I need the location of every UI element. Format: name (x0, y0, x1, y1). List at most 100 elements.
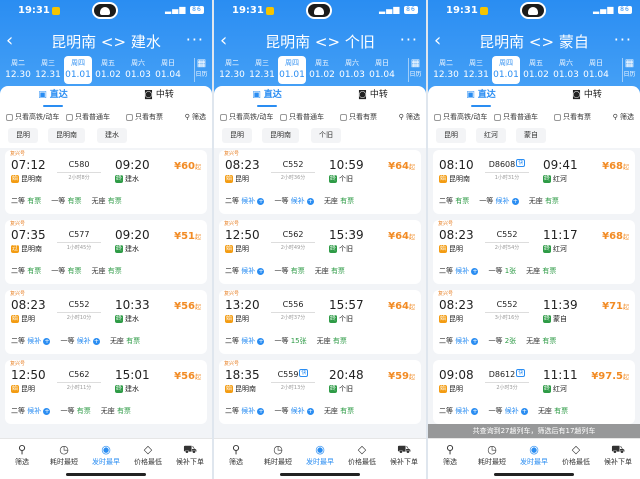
toolbar-cart-button[interactable]: ⛟ 候补下单 (383, 443, 425, 467)
toolbar-funnel-button[interactable]: ⚲ 筛选 (429, 443, 471, 467)
date-cell[interactable]: 周三 12.31 (248, 58, 276, 82)
toolbar-stopwatch-button[interactable]: ◷ 耗时最短 (257, 443, 299, 467)
seat-class[interactable]: 无座 有票 (317, 336, 347, 346)
date-cell[interactable]: 周二 12.30 (432, 58, 460, 82)
toolbar-price-tag-button[interactable]: ◇ 价格最低 (127, 443, 169, 467)
seat-class[interactable]: 无座 有票 (91, 266, 121, 276)
toolbar-funnel-button[interactable]: ⚲ 筛选 (215, 443, 257, 467)
station-chip[interactable]: 个旧 (311, 128, 341, 143)
seat-class[interactable]: 无座 有票 (526, 336, 556, 346)
toolbar-price-tag-button[interactable]: ◇ 价格最低 (555, 443, 597, 467)
seat-class[interactable]: 无座 有票 (526, 266, 556, 276)
station-chip[interactable]: 昆明 (8, 128, 38, 143)
toolbar-clock-button[interactable]: ◉ 发时最早 (513, 443, 555, 467)
tab-transfer[interactable]: ◙ 中转 (534, 86, 640, 108)
date-cell[interactable]: 周四 01.01 (64, 56, 92, 84)
seat-class[interactable]: 二等 有票 (11, 196, 41, 206)
date-cell[interactable]: 周三 12.31 (34, 58, 62, 82)
seat-class[interactable]: 一等 有票 (274, 266, 304, 276)
seat-class[interactable]: 二等 候补 + (225, 336, 265, 346)
station-chip[interactable]: 蒙自 (516, 128, 546, 143)
waitlist-plus-icon[interactable]: + (471, 407, 479, 415)
waitlist-plus-icon[interactable]: + (43, 337, 51, 345)
tab-transfer[interactable]: ◙ 中转 (106, 86, 212, 108)
waitlist-plus-icon[interactable]: + (471, 267, 479, 275)
seat-class[interactable]: 一等 候补 + (488, 406, 528, 416)
seat-class[interactable]: 无座 有票 (91, 196, 121, 206)
seat-class[interactable]: 二等 有票 (439, 196, 469, 206)
seat-class[interactable]: 二等 候补 + (225, 196, 265, 206)
calendar-button[interactable]: ▦ 日历 (194, 58, 208, 82)
waitlist-plus-icon[interactable]: + (520, 407, 528, 415)
seat-class[interactable]: 二等 候补 + (439, 266, 479, 276)
seat-class[interactable]: 一等 候补 + (479, 196, 519, 206)
seat-class[interactable]: 无座 有票 (529, 196, 559, 206)
filter-button[interactable]: ⚲ 筛选 (185, 112, 206, 122)
filter-checkbox[interactable]: 只看高铁/动车 (6, 113, 59, 121)
tab-transfer[interactable]: ◙ 中转 (320, 86, 426, 108)
date-cell[interactable]: 周二 12.30 (4, 58, 32, 82)
seat-class[interactable]: 一等 有票 (51, 196, 81, 206)
filter-button[interactable]: ⚲ 筛选 (613, 112, 634, 122)
seat-class[interactable]: 一等 候补 + (60, 336, 100, 346)
station-chip[interactable]: 建水 (97, 128, 127, 143)
date-cell[interactable]: 周三 12.31 (462, 58, 490, 82)
station-chip[interactable]: 昆明 (436, 128, 466, 143)
date-cell[interactable]: 周日 01.04 (368, 58, 396, 82)
date-cell[interactable]: 周四 01.01 (278, 56, 306, 84)
station-chip[interactable]: 昆明 (222, 128, 252, 143)
filter-checkbox[interactable]: 只看普通车 (280, 113, 324, 121)
toolbar-price-tag-button[interactable]: ◇ 价格最低 (341, 443, 383, 467)
waitlist-plus-icon[interactable]: + (257, 337, 265, 345)
seat-class[interactable]: 一等 2张 (488, 336, 516, 346)
date-cell[interactable]: 周二 12.30 (218, 58, 246, 82)
waitlist-plus-icon[interactable]: + (92, 337, 100, 345)
train-card[interactable]: 08:10 始昆明南 D8608 快 1小时31分 09:41 终红河 ¥68起 二等 有票 一等… (433, 150, 635, 214)
seat-class[interactable]: 二等 候补 + (225, 266, 265, 276)
seat-class[interactable]: 二等 候补 + (439, 336, 479, 346)
station-chip[interactable]: 昆明南 (262, 128, 299, 143)
seat-class[interactable]: 二等 候补 + (439, 406, 479, 416)
date-cell[interactable]: 周日 01.04 (582, 58, 610, 82)
date-cell[interactable]: 周四 01.01 (492, 56, 520, 84)
waitlist-plus-icon[interactable]: + (257, 197, 265, 205)
train-card[interactable]: 复兴号 18:35 始昆明南 C559 快 2小时13分 20:48 终个旧 ¥59起 二等 候补… (219, 360, 421, 424)
waitlist-plus-icon[interactable]: + (306, 407, 314, 415)
more-menu-icon[interactable]: ··· (400, 30, 418, 50)
filter-button[interactable]: ⚲ 筛选 (399, 112, 420, 122)
date-cell[interactable]: 周六 01.03 (552, 58, 580, 82)
date-cell[interactable]: 周六 01.03 (124, 58, 152, 82)
filter-checkbox[interactable]: 只看高铁/动车 (220, 113, 273, 121)
seat-class[interactable]: 一等 候补 + (274, 196, 314, 206)
seat-class[interactable]: 无座 有票 (324, 406, 354, 416)
train-card[interactable]: 复兴号 08:23 始昆明 C552 2小时36分 10:59 终个旧 ¥64起 二等 候补 +… (219, 150, 421, 214)
filter-checkbox[interactable]: 只看有票 (340, 113, 377, 121)
filter-checkbox[interactable]: 只看普通车 (66, 113, 110, 121)
filter-checkbox[interactable]: 只看有票 (126, 113, 163, 121)
date-cell[interactable]: 周五 01.02 (94, 58, 122, 82)
seat-class[interactable]: 一等 有票 (60, 406, 90, 416)
filter-checkbox[interactable]: 只看有票 (554, 113, 591, 121)
toolbar-stopwatch-button[interactable]: ◷ 耗时最短 (43, 443, 85, 467)
station-chip[interactable]: 昆明南 (48, 128, 85, 143)
train-card[interactable]: 复兴号 13:20 始昆明 C556 2小时37分 15:57 终个旧 ¥64起 二等 候补 +… (219, 290, 421, 354)
seat-class[interactable]: 一等 候补 + (274, 406, 314, 416)
train-card[interactable]: 复兴号 12:50 始昆明 C562 2小时49分 15:39 终个旧 ¥64起 二等 候补 +… (219, 220, 421, 284)
toolbar-clock-button[interactable]: ◉ 发时最早 (299, 443, 341, 467)
toolbar-clock-button[interactable]: ◉ 发时最早 (85, 443, 127, 467)
train-card[interactable]: 复兴号 12:50 始昆明 C562 2小时11分 15:01 终建水 ¥56起 二等 候补 +… (5, 360, 207, 424)
train-card[interactable]: 复兴号 07:35 过昆明南 C577 1小时45分 09:20 终建水 ¥51起 二等 有票一… (5, 220, 207, 284)
seat-class[interactable]: 二等 有票 (11, 266, 41, 276)
seat-class[interactable]: 二等 候补 + (225, 406, 265, 416)
seat-class[interactable]: 二等 候补 + (11, 336, 51, 346)
waitlist-plus-icon[interactable]: + (257, 407, 265, 415)
calendar-button[interactable]: ▦ 日历 (408, 58, 422, 82)
train-card[interactable]: 09:08 始昆明 D8612 快 2小时3分 11:11 终红河 ¥97.5起 二等 候补 +… (433, 360, 635, 424)
train-card[interactable]: 复兴号 08:23 始昆明 C552 2小时10分 10:33 终建水 ¥56起 二等 候补 +… (5, 290, 207, 354)
seat-class[interactable]: 二等 候补 + (11, 406, 51, 416)
more-menu-icon[interactable]: ··· (614, 30, 632, 50)
date-cell[interactable]: 周五 01.02 (522, 58, 550, 82)
seat-class[interactable]: 无座 有票 (324, 196, 354, 206)
toolbar-cart-button[interactable]: ⛟ 候补下单 (597, 443, 639, 467)
train-card[interactable]: 复兴号 07:12 始昆明南 C580 2小时8分 09:20 终建水 ¥60起 二等 有票 一等… (5, 150, 207, 214)
